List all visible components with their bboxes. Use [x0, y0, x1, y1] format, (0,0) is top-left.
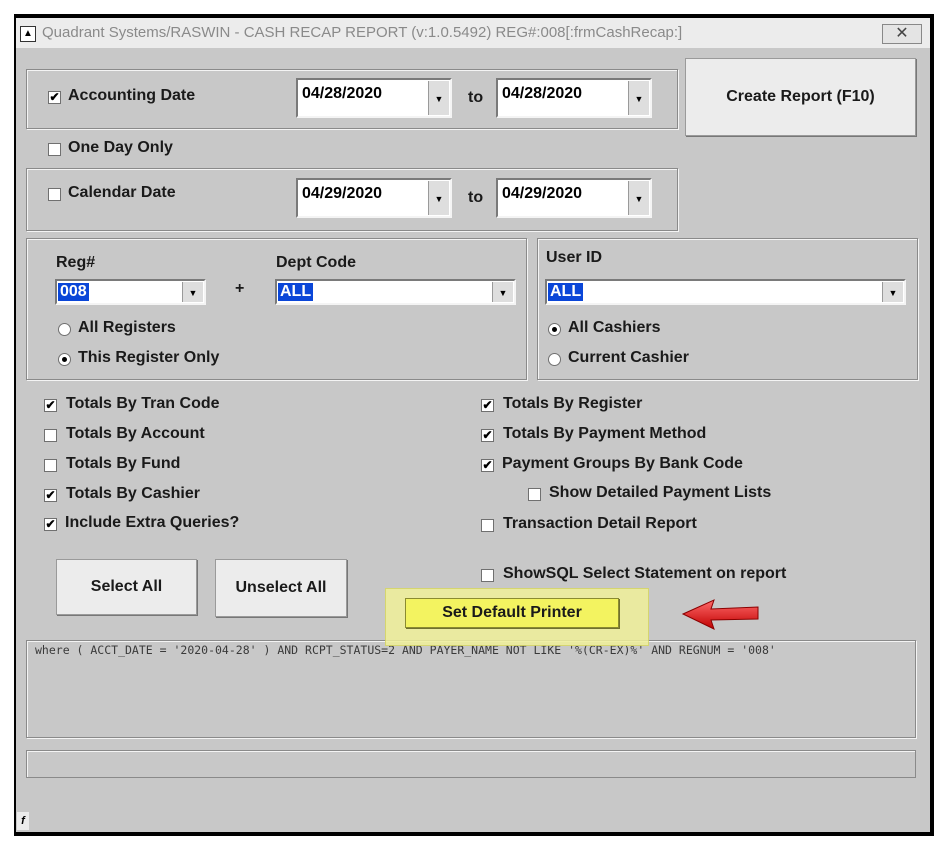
- dept-code-select[interactable]: ALL ▼: [275, 279, 516, 305]
- title-bar[interactable]: ▲ Quadrant Systems/RASWIN - CASH RECAP R…: [16, 18, 930, 48]
- transaction-detail-report-checkbox[interactable]: [481, 519, 494, 532]
- calendar-date-to-value: 04/29/2020: [502, 185, 583, 202]
- chevron-down-icon[interactable]: ▼: [182, 282, 203, 302]
- chevron-down-icon[interactable]: ▼: [628, 81, 649, 115]
- chevron-down-icon[interactable]: ▼: [428, 181, 449, 215]
- show-sql-label: ShowSQL Select Statement on report: [503, 565, 787, 582]
- one-day-only-label: One Day Only: [68, 139, 173, 156]
- reg-value: 008: [58, 283, 89, 301]
- chevron-down-icon[interactable]: ▼: [428, 81, 449, 115]
- this-register-only-label: This Register Only: [78, 349, 220, 366]
- accounting-date-from-value: 04/28/2020: [302, 85, 383, 102]
- calendar-date-checkbox[interactable]: [48, 188, 61, 201]
- calendar-date-label: Calendar Date: [68, 184, 176, 201]
- payment-groups-by-bank-code-checkbox[interactable]: ✔: [481, 459, 494, 472]
- totals-by-fund-label: Totals By Fund: [66, 455, 181, 472]
- chevron-down-icon[interactable]: ▼: [882, 282, 903, 302]
- dept-code-value: ALL: [278, 283, 314, 301]
- calendar-date-to-picker[interactable]: 04/29/2020 ▼: [496, 178, 652, 218]
- accounting-date-label: Accounting Date: [68, 87, 196, 104]
- totals-by-register-checkbox[interactable]: ✔: [481, 399, 494, 412]
- unselect-all-button[interactable]: Unselect All: [215, 559, 347, 617]
- all-registers-label: All Registers: [78, 319, 176, 336]
- this-register-only-radio[interactable]: [58, 353, 71, 366]
- status-bar: [26, 750, 916, 778]
- all-registers-radio[interactable]: [58, 323, 71, 336]
- sql-preview-box[interactable]: where ( ACCT_DATE = '2020-04-28' ) AND R…: [26, 640, 916, 738]
- chevron-down-icon[interactable]: ▼: [492, 282, 513, 302]
- totals-by-tran-code-checkbox[interactable]: ✔: [44, 399, 57, 412]
- window-title: Quadrant Systems/RASWIN - CASH RECAP REP…: [42, 24, 683, 41]
- app-icon: ▲: [20, 26, 36, 42]
- calendar-date-from-picker[interactable]: 04/29/2020 ▼: [296, 178, 452, 218]
- totals-by-tran-code-label: Totals By Tran Code: [66, 395, 220, 412]
- accounting-date-to-picker[interactable]: 04/28/2020 ▼: [496, 78, 652, 118]
- calendar-date-from-value: 04/29/2020: [302, 185, 383, 202]
- totals-by-cashier-checkbox[interactable]: ✔: [44, 489, 57, 502]
- all-cashiers-radio[interactable]: [548, 323, 561, 336]
- show-sql-checkbox[interactable]: [481, 569, 494, 582]
- transaction-detail-report-label: Transaction Detail Report: [503, 515, 697, 532]
- show-detailed-payment-lists-label: Show Detailed Payment Lists: [549, 484, 772, 501]
- show-detailed-payment-lists-checkbox[interactable]: [528, 488, 541, 501]
- all-cashiers-label: All Cashiers: [568, 319, 661, 336]
- plus-sign: +: [235, 280, 245, 297]
- totals-by-cashier-label: Totals By Cashier: [66, 485, 200, 502]
- user-id-value: ALL: [548, 283, 584, 301]
- current-cashier-radio[interactable]: [548, 353, 561, 366]
- user-id-label: User ID: [546, 249, 603, 266]
- accounting-date-to-label: to: [468, 89, 484, 106]
- set-default-printer-button[interactable]: Set Default Printer: [405, 598, 619, 628]
- include-extra-queries-checkbox[interactable]: ✔: [44, 518, 57, 531]
- user-id-select[interactable]: ALL ▼: [545, 279, 906, 305]
- include-extra-queries-label: Include Extra Queries?: [65, 514, 240, 531]
- accounting-date-to-value: 04/28/2020: [502, 85, 583, 102]
- payment-groups-by-bank-code-label: Payment Groups By Bank Code: [502, 455, 743, 472]
- dept-code-label: Dept Code: [276, 254, 356, 271]
- create-report-button[interactable]: Create Report (F10): [685, 58, 916, 136]
- totals-by-payment-method-checkbox[interactable]: ✔: [481, 429, 494, 442]
- calendar-date-to-label: to: [468, 189, 484, 206]
- reg-select[interactable]: 008 ▼: [55, 279, 206, 305]
- close-button[interactable]: ✕: [882, 24, 922, 44]
- chevron-down-icon[interactable]: ▼: [628, 181, 649, 215]
- reg-label: Reg#: [56, 254, 96, 271]
- red-arrow-icon: [681, 599, 759, 630]
- accounting-date-checkbox[interactable]: ✔: [48, 91, 61, 104]
- corner-f-indicator: f: [17, 812, 29, 830]
- totals-by-account-checkbox[interactable]: [44, 429, 57, 442]
- totals-by-fund-checkbox[interactable]: [44, 459, 57, 472]
- current-cashier-label: Current Cashier: [568, 349, 689, 366]
- totals-by-register-label: Totals By Register: [503, 395, 643, 412]
- accounting-date-from-picker[interactable]: 04/28/2020 ▼: [296, 78, 452, 118]
- totals-by-account-label: Totals By Account: [66, 425, 205, 442]
- select-all-button[interactable]: Select All: [56, 559, 197, 615]
- totals-by-payment-method-label: Totals By Payment Method: [503, 425, 707, 442]
- one-day-only-checkbox[interactable]: [48, 143, 61, 156]
